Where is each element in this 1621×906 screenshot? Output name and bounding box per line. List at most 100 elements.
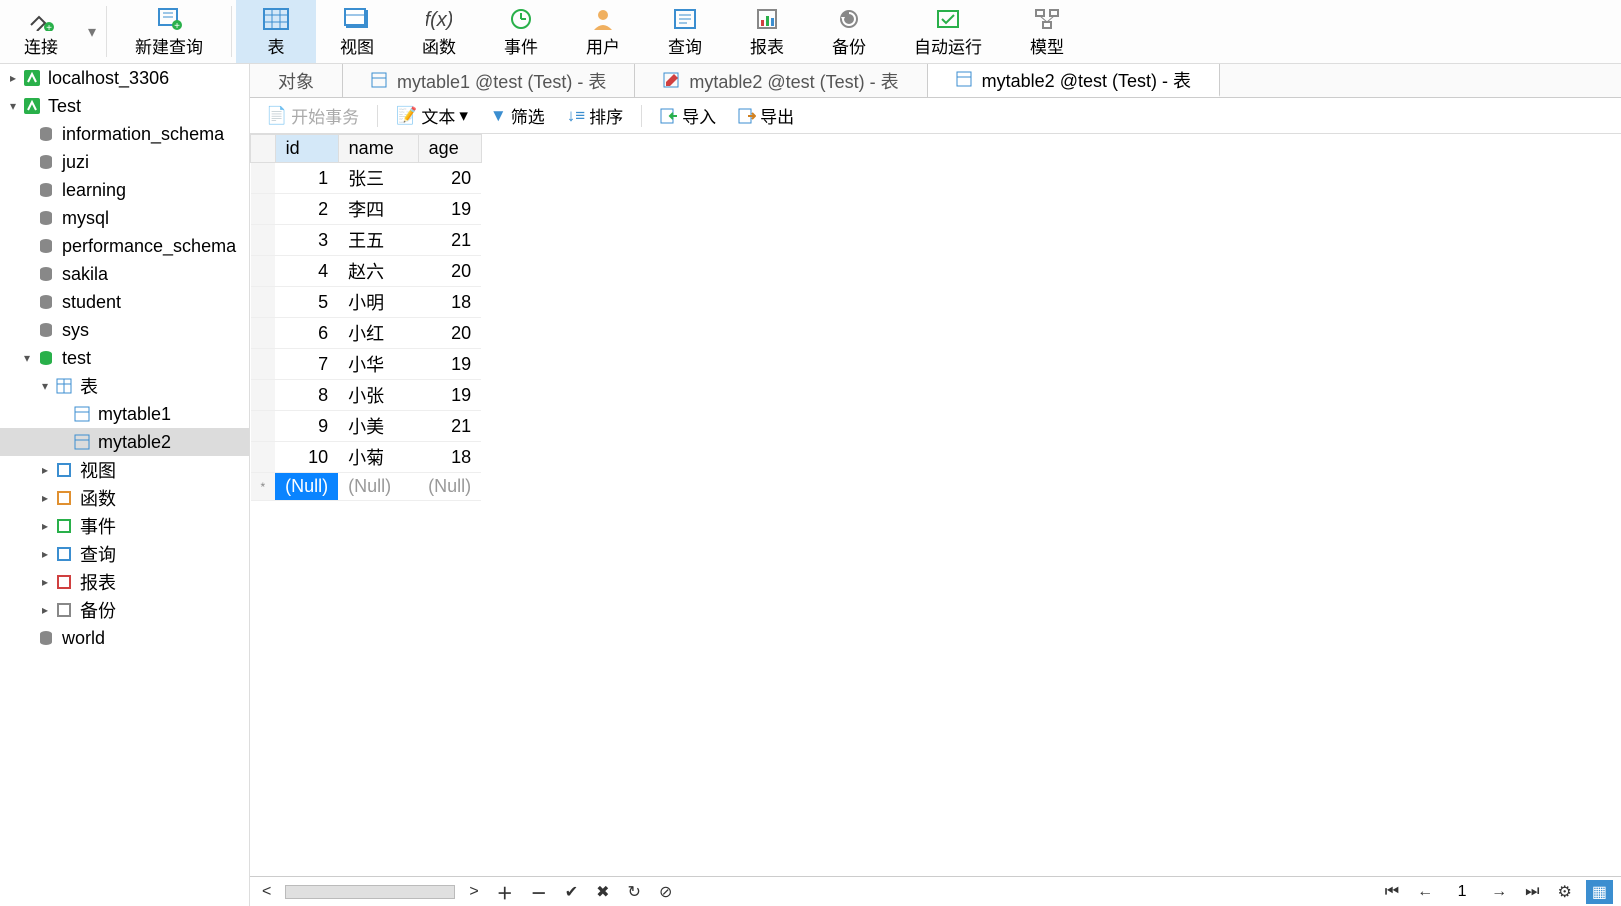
first-page-button[interactable]: ⏮ <box>1381 883 1403 901</box>
table-row[interactable]: 4赵六20 <box>251 256 482 287</box>
database-icon <box>36 124 56 144</box>
svg-text:+: + <box>174 21 180 31</box>
col-age[interactable]: age <box>418 135 481 163</box>
tab-mytable2-edit[interactable]: mytable2 @test (Test) - 表 <box>635 64 927 97</box>
new-query-button[interactable]: + 新建查询 <box>111 0 227 63</box>
begin-transaction-button[interactable]: 📄开始事务 <box>258 101 367 130</box>
h-scrollbar[interactable] <box>285 885 455 899</box>
db-student[interactable]: student <box>0 288 249 316</box>
database-icon <box>36 320 56 340</box>
db-sakila[interactable]: sakila <box>0 260 249 288</box>
table-row[interactable]: 2李四19 <box>251 194 482 225</box>
chevron-right-icon[interactable]: ▸ <box>4 71 22 85</box>
data-grid[interactable]: id name age 1张三202李四193王五214赵六205小明186小红… <box>250 134 1621 876</box>
table-row[interactable]: 9小美21 <box>251 411 482 442</box>
model-label: 模型 <box>1030 33 1064 58</box>
import-button[interactable]: 导入 <box>652 101 724 130</box>
table-row[interactable]: 7小华19 <box>251 349 482 380</box>
next-page-button[interactable]: → <box>1487 883 1511 901</box>
user-button[interactable]: 用户 <box>562 0 644 63</box>
last-page-button[interactable]: ⏭ <box>1521 883 1543 901</box>
apply-button[interactable]: ✔ <box>561 882 582 902</box>
table-button[interactable]: 表 <box>236 0 316 63</box>
filter-button[interactable]: ▼筛选 <box>482 101 553 130</box>
db-juzi[interactable]: juzi <box>0 148 249 176</box>
event-button[interactable]: 事件 <box>480 0 562 63</box>
folder-reports[interactable]: ▸报表 <box>0 568 249 596</box>
dropdown-icon[interactable]: ▾ <box>82 22 102 42</box>
plug-icon: + <box>25 5 57 33</box>
backup-label: 备份 <box>832 33 866 58</box>
folder-functions[interactable]: ▸函数 <box>0 484 249 512</box>
table-row[interactable]: 8小张19 <box>251 380 482 411</box>
db-world[interactable]: world <box>0 624 249 652</box>
delete-row-button[interactable]: － <box>527 880 551 904</box>
sort-button[interactable]: ↓≡排序 <box>559 101 631 130</box>
tab-mytable1[interactable]: mytable1 @test (Test) - 表 <box>343 64 635 97</box>
new-row[interactable]: *(Null)(Null)(Null) <box>251 473 482 501</box>
add-row-button[interactable]: ＋ <box>493 880 517 904</box>
row-marker-header <box>251 135 276 163</box>
connection-test[interactable]: ▾Test <box>0 92 249 120</box>
autorun-button[interactable]: 自动运行 <box>890 0 1006 63</box>
folder-tables[interactable]: ▾表 <box>0 372 249 400</box>
page-input[interactable] <box>1447 883 1477 901</box>
query-button[interactable]: 查询 <box>644 0 726 63</box>
report-button[interactable]: 报表 <box>726 0 808 63</box>
chevron-down-icon[interactable]: ▾ <box>36 379 54 393</box>
stop-button[interactable]: ⊘ <box>655 882 676 902</box>
db-performance_schema[interactable]: performance_schema <box>0 232 249 260</box>
chevron-down-icon[interactable]: ▾ <box>4 99 22 113</box>
function-icon: f(x) <box>423 5 455 33</box>
db-test[interactable]: ▾test <box>0 344 249 372</box>
prev-page-button[interactable]: ← <box>1413 883 1437 901</box>
settings-button[interactable]: ⚙ <box>1554 882 1576 902</box>
model-button[interactable]: 模型 <box>1006 0 1088 63</box>
db-mysql[interactable]: mysql <box>0 204 249 232</box>
connection-localhost[interactable]: ▸localhost_3306 <box>0 64 249 92</box>
new-query-icon: + <box>153 5 185 33</box>
chevron-right-icon[interactable]: ▸ <box>36 575 54 589</box>
query-icon <box>54 544 74 564</box>
export-icon <box>738 108 756 124</box>
cancel-button[interactable]: ✖ <box>592 882 613 902</box>
col-name[interactable]: name <box>338 135 418 163</box>
table-icon <box>72 404 92 424</box>
function-button[interactable]: f(x) 函数 <box>398 0 480 63</box>
report-icon <box>54 572 74 592</box>
export-button[interactable]: 导出 <box>730 101 802 130</box>
view-button[interactable]: 视图 <box>316 0 398 63</box>
table-row[interactable]: 5小明18 <box>251 287 482 318</box>
refresh-button[interactable]: ↻ <box>624 882 645 902</box>
tab-objects[interactable]: 对象 <box>250 64 343 97</box>
table-row[interactable]: 1张三20 <box>251 163 482 194</box>
db-sys[interactable]: sys <box>0 316 249 344</box>
table-mytable1[interactable]: mytable1 <box>0 400 249 428</box>
folder-backups[interactable]: ▸备份 <box>0 596 249 624</box>
grid-view-button[interactable]: ▦ <box>1586 880 1613 904</box>
folder-events[interactable]: ▸事件 <box>0 512 249 540</box>
folder-views[interactable]: ▸视图 <box>0 456 249 484</box>
table-mytable2[interactable]: mytable2 <box>0 428 249 456</box>
table-row[interactable]: 10小菊18 <box>251 442 482 473</box>
connect-button[interactable]: + 连接 <box>0 0 82 63</box>
chevron-right-icon[interactable]: ▸ <box>36 603 54 617</box>
chevron-right-icon[interactable]: ▸ <box>36 491 54 505</box>
scroll-right-button[interactable]: > <box>465 883 482 901</box>
server-icon <box>22 68 42 88</box>
table-row[interactable]: 3王五21 <box>251 225 482 256</box>
text-button[interactable]: 📝文本 ▾ <box>388 101 476 130</box>
db-information_schema[interactable]: information_schema <box>0 120 249 148</box>
import-icon <box>660 108 678 124</box>
chevron-right-icon[interactable]: ▸ <box>36 519 54 533</box>
chevron-right-icon[interactable]: ▸ <box>36 547 54 561</box>
backup-button[interactable]: 备份 <box>808 0 890 63</box>
tab-mytable2[interactable]: mytable2 @test (Test) - 表 <box>928 64 1220 97</box>
db-learning[interactable]: learning <box>0 176 249 204</box>
chevron-down-icon[interactable]: ▾ <box>18 351 36 365</box>
col-id[interactable]: id <box>275 135 338 163</box>
chevron-right-icon[interactable]: ▸ <box>36 463 54 477</box>
scroll-left-button[interactable]: < <box>258 883 275 901</box>
table-row[interactable]: 6小红20 <box>251 318 482 349</box>
folder-queries[interactable]: ▸查询 <box>0 540 249 568</box>
